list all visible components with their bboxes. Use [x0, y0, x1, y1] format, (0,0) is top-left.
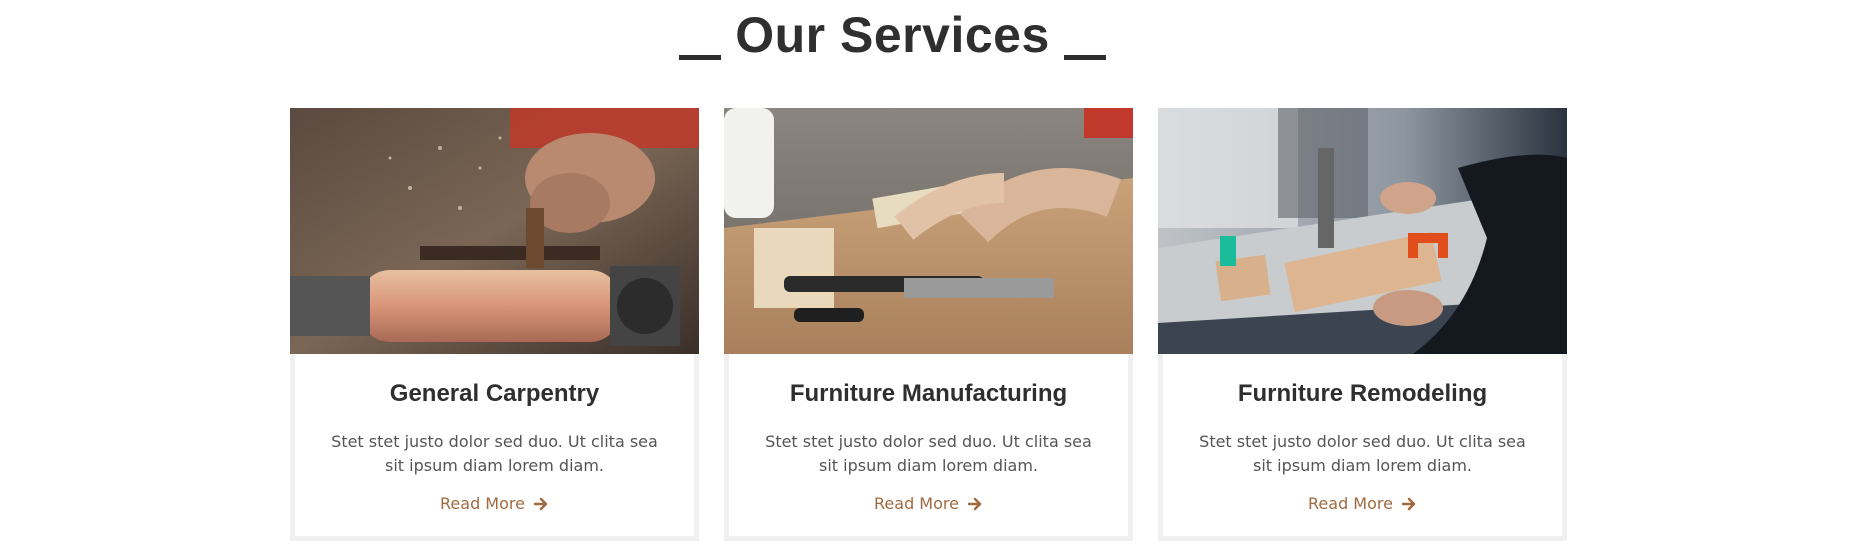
arrow-right-icon: [1401, 496, 1417, 512]
arrow-right-icon: [967, 496, 983, 512]
read-more-link[interactable]: Read More: [874, 494, 983, 513]
read-more-link[interactable]: Read More: [1308, 494, 1417, 513]
title-dash-left: [679, 54, 722, 60]
read-more-link[interactable]: Read More: [440, 494, 549, 513]
service-description: Stet stet justo dolor sed duo. Ut clita …: [331, 432, 658, 475]
page-title: Our Services: [665, 10, 1120, 60]
arrow-right-icon: [533, 496, 549, 512]
service-card-furniture-remodeling: Furniture Remodeling Stet stet justo dol…: [1158, 108, 1567, 541]
workbench-clamp-photo: [724, 108, 1133, 354]
service-description: Stet stet justo dolor sed duo. Ut clita …: [765, 432, 1092, 475]
wood-lathe-photo: [290, 108, 699, 354]
service-description: Stet stet justo dolor sed duo. Ut clita …: [1199, 432, 1526, 475]
table-saw-photo: [1158, 108, 1567, 354]
service-title: Furniture Manufacturing: [789, 380, 1068, 407]
read-more-label: Read More: [1308, 494, 1393, 513]
service-title: Furniture Remodeling: [1237, 380, 1488, 407]
services-grid: General Carpentry Stet stet justo dolor …: [290, 108, 1567, 541]
service-title: General Carpentry: [389, 380, 600, 407]
read-more-label: Read More: [440, 494, 525, 513]
service-card-general-carpentry: General Carpentry Stet stet justo dolor …: [290, 108, 699, 541]
service-card-furniture-manufacturing: Furniture Manufacturing Stet stet justo …: [724, 108, 1133, 541]
title-text: Our Services: [735, 7, 1050, 63]
title-dash-right: [1063, 54, 1106, 60]
section-header: Our Services: [0, 0, 1871, 70]
read-more-label: Read More: [874, 494, 959, 513]
